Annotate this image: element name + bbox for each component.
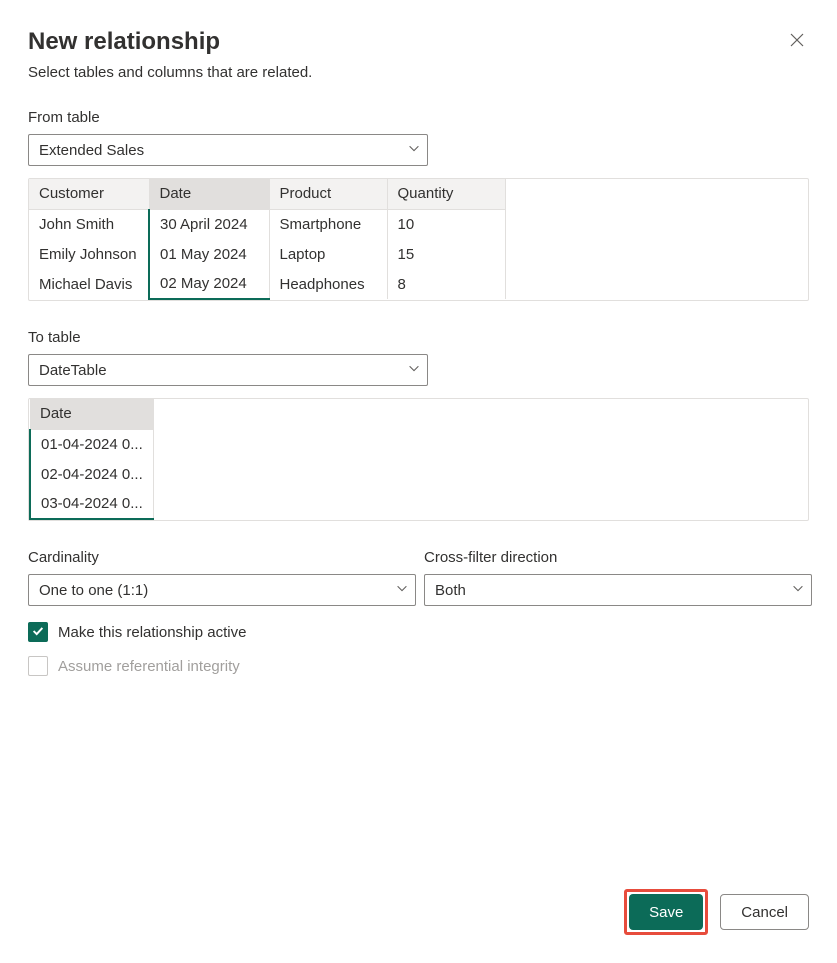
chevron-down-icon — [407, 141, 421, 159]
save-button[interactable]: Save — [629, 894, 703, 930]
table-row: Emily Johnson 01 May 2024 Laptop 15 — [29, 239, 505, 269]
table-header-row: Date — [30, 399, 153, 429]
table-cell: 30 April 2024 — [149, 209, 269, 239]
table-cell: 02 May 2024 — [149, 269, 269, 299]
table-cell: 01 May 2024 — [149, 239, 269, 269]
table-cell: 10 — [387, 209, 505, 239]
from-table-dropdown[interactable]: Extended Sales — [28, 134, 428, 166]
column-header[interactable]: Date — [30, 399, 153, 429]
from-table-label: From table — [28, 109, 809, 126]
referential-checkbox-label: Assume referential integrity — [58, 658, 240, 675]
table-cell: Smartphone — [269, 209, 387, 239]
cardinality-label: Cardinality — [28, 549, 416, 566]
referential-checkbox — [28, 656, 48, 676]
crossfilter-label: Cross-filter direction — [424, 549, 812, 566]
cardinality-value: One to one (1:1) — [39, 582, 148, 599]
table-row: 01-04-2024 0... — [30, 429, 153, 459]
table-row: 02-04-2024 0... — [30, 459, 153, 489]
to-table-value: DateTable — [39, 362, 107, 379]
check-icon — [31, 624, 45, 641]
table-row: John Smith 30 April 2024 Smartphone 10 — [29, 209, 505, 239]
dialog-title: New relationship — [28, 28, 220, 56]
table-cell: 01-04-2024 0... — [30, 429, 153, 459]
from-table-preview: Customer Date Product Quantity John Smit… — [28, 178, 809, 301]
to-table-dropdown[interactable]: DateTable — [28, 354, 428, 386]
table-row: 03-04-2024 0... — [30, 489, 153, 519]
table-row: Michael Davis 02 May 2024 Headphones 8 — [29, 269, 505, 299]
table-cell: Michael Davis — [29, 269, 149, 299]
column-header[interactable]: Quantity — [387, 179, 505, 209]
table-cell: Laptop — [269, 239, 387, 269]
table-cell: Headphones — [269, 269, 387, 299]
active-checkbox-label: Make this relationship active — [58, 624, 246, 641]
close-icon — [789, 36, 805, 51]
close-button[interactable] — [785, 28, 809, 55]
table-cell: 02-04-2024 0... — [30, 459, 153, 489]
chevron-down-icon — [791, 581, 805, 599]
column-header[interactable]: Product — [269, 179, 387, 209]
dialog-subtitle: Select tables and columns that are relat… — [28, 64, 809, 81]
column-header[interactable]: Customer — [29, 179, 149, 209]
to-table-preview: Date 01-04-2024 0... 02-04-2024 0... 03-… — [28, 398, 809, 521]
table-cell: Emily Johnson — [29, 239, 149, 269]
chevron-down-icon — [395, 581, 409, 599]
column-header[interactable]: Date — [149, 179, 269, 209]
cardinality-dropdown[interactable]: One to one (1:1) — [28, 574, 416, 606]
from-table-value: Extended Sales — [39, 142, 144, 159]
table-cell: John Smith — [29, 209, 149, 239]
active-checkbox[interactable] — [28, 622, 48, 642]
table-cell: 15 — [387, 239, 505, 269]
table-cell: 03-04-2024 0... — [30, 489, 153, 519]
table-cell: 8 — [387, 269, 505, 299]
chevron-down-icon — [407, 361, 421, 379]
table-header-row: Customer Date Product Quantity — [29, 179, 505, 209]
to-table-label: To table — [28, 329, 809, 346]
cancel-button[interactable]: Cancel — [720, 894, 809, 930]
save-highlight: Save — [624, 889, 708, 935]
crossfilter-dropdown[interactable]: Both — [424, 574, 812, 606]
crossfilter-value: Both — [435, 582, 466, 599]
